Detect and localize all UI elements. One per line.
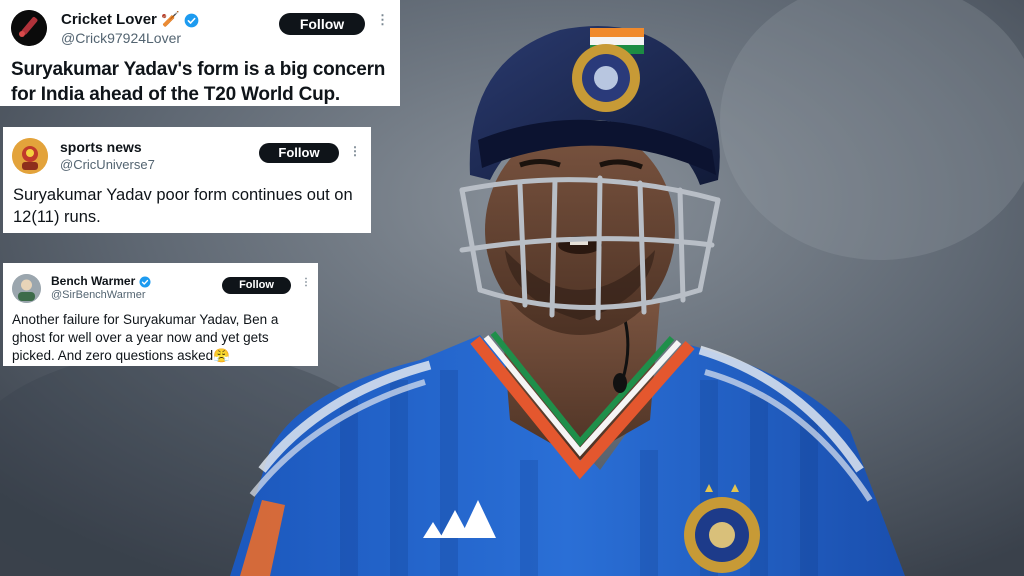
more-options-icon[interactable]: ⋮	[376, 12, 389, 28]
author-name[interactable]: sports news	[60, 139, 142, 155]
author-handle[interactable]: @SirBenchWarmer	[51, 289, 146, 301]
tweet-card-cricket-lover[interactable]: Cricket Lover 🏏 @Crick97924Lover Follow …	[0, 0, 400, 106]
follow-button[interactable]: Follow	[259, 143, 339, 163]
avatar[interactable]	[12, 138, 48, 174]
author-name-text: Bench Warmer	[51, 274, 136, 288]
verified-badge-icon	[139, 276, 151, 288]
tweet-card-bench-warmer[interactable]: Bench Warmer @SirBenchWarmer Follow ⋮ An…	[3, 263, 318, 366]
follow-button[interactable]: Follow	[279, 13, 365, 35]
author-handle[interactable]: @Crick97924Lover	[61, 30, 181, 46]
deity-avatar-icon	[12, 138, 48, 174]
verified-badge-icon	[184, 13, 199, 27]
author-handle[interactable]: @CricUniverse7	[60, 157, 155, 172]
person-avatar-icon	[12, 274, 41, 303]
more-options-icon[interactable]: ⋮	[301, 277, 311, 288]
tweet-text: Suryakumar Yadav's form is a big concern…	[11, 59, 386, 105]
cricket-bat-icon: 🏏	[161, 11, 180, 28]
avatar[interactable]	[11, 10, 47, 46]
cricket-bat-icon	[11, 10, 47, 46]
author-name[interactable]: Cricket Lover 🏏	[61, 10, 199, 28]
avatar[interactable]	[12, 274, 41, 303]
tweet-card-sports-news[interactable]: sports news @CricUniverse7 Follow ⋮ Sury…	[3, 127, 371, 233]
follow-button[interactable]: Follow	[222, 277, 291, 294]
tweet-text: Suryakumar Yadav poor form continues out…	[13, 186, 353, 226]
author-name-text: Cricket Lover	[61, 11, 157, 28]
author-name[interactable]: Bench Warmer	[51, 274, 151, 288]
tweet-text: Another failure for Suryakumar Yadav, Be…	[12, 312, 279, 363]
more-options-icon[interactable]: ⋮	[349, 144, 361, 158]
